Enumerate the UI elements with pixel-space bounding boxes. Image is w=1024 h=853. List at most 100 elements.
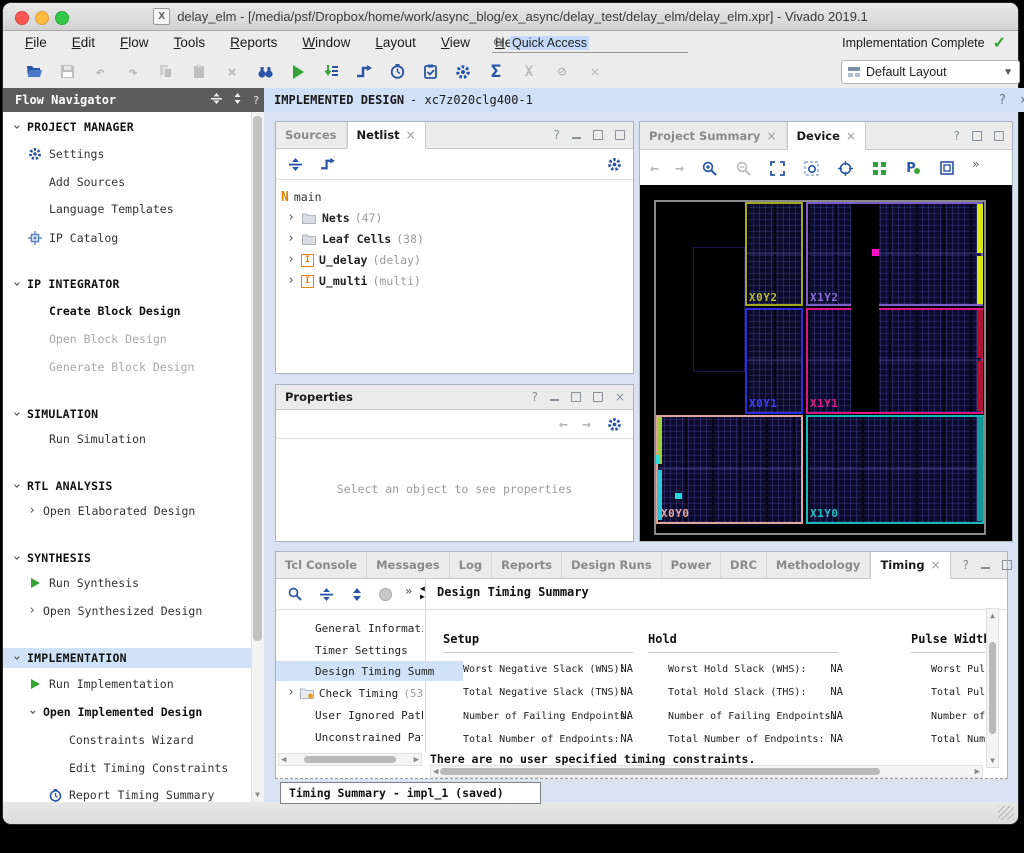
fn-item-open-implemented-design[interactable]: › Open Implemented Design [3, 702, 251, 722]
toolbar-overflow-icon[interactable]: » [405, 584, 412, 598]
help-icon[interactable]: ? [253, 94, 260, 107]
show-routing-icon[interactable] [870, 159, 888, 177]
timing-nav-unconstrained-paths[interactable]: Unconstrained Path [315, 727, 423, 747]
help-icon[interactable]: ? [998, 93, 1006, 108]
chevron-icon[interactable]: › [11, 553, 21, 563]
section-simulation[interactable]: › SIMULATION [3, 404, 251, 424]
layout-selector[interactable]: Default Layout ▼ [841, 60, 1020, 84]
netlist-item-u-multi[interactable]: › I U_multi (multi) [286, 271, 421, 291]
timing-nav-timer-settings[interactable]: Timer Settings [315, 640, 423, 660]
tab-drc[interactable]: DRC [721, 552, 767, 578]
scroll-left-icon[interactable]: ◀ [433, 767, 438, 777]
placed-cell-marker[interactable] [872, 249, 879, 256]
toolbar-overflow-icon[interactable]: » [972, 157, 979, 171]
tab-reports[interactable]: Reports [492, 552, 562, 578]
quick-access-search[interactable]: Quick Access [492, 33, 688, 53]
status-tab[interactable]: Timing Summary - impl_1 (saved) [280, 782, 541, 804]
section-implementation[interactable]: › IMPLEMENTATION [3, 648, 251, 668]
menu-file[interactable]: File [25, 35, 47, 50]
title-bar[interactable]: X delay_elm - [/media/psf/Dropbox/home/w… [3, 3, 1018, 31]
scroll-to-selected-icon[interactable] [318, 155, 336, 173]
menu-reports[interactable]: Reports [230, 35, 277, 50]
menu-layout[interactable]: Layout [375, 35, 416, 50]
back-arrow-icon[interactable]: ← [650, 159, 659, 177]
sigma-report-icon[interactable]: Σ [487, 63, 505, 81]
netlist-root[interactable]: N main [281, 187, 322, 207]
undo-icon[interactable]: ↶ [91, 63, 109, 81]
paste-icon[interactable] [190, 63, 208, 81]
route-icon[interactable] [355, 63, 373, 81]
scroll-down-icon[interactable]: ▼ [990, 756, 995, 765]
close-tab-icon[interactable]: × [931, 558, 941, 572]
chevron-icon[interactable]: › [286, 276, 296, 286]
chevron-icon[interactable]: › [11, 122, 21, 132]
float-panel-icon[interactable] [593, 392, 603, 402]
close-tab-icon[interactable]: × [846, 129, 856, 143]
minimize-panel-icon[interactable] [572, 137, 581, 139]
section-rtl-analysis[interactable]: › RTL ANALYSIS [3, 476, 251, 496]
maximize-panel-icon[interactable] [571, 392, 581, 402]
find-icon[interactable] [256, 63, 274, 81]
tab-design-runs[interactable]: Design Runs [562, 552, 662, 578]
close-icon[interactable]: × [1020, 93, 1024, 108]
menu-flow[interactable]: Flow [120, 35, 149, 50]
chevron-icon[interactable]: › [27, 707, 37, 717]
timing-nav-hscrollbar[interactable]: ◀ ▶ [278, 753, 422, 766]
float-panel-icon[interactable] [615, 130, 625, 140]
chevron-icon[interactable]: › [286, 255, 296, 265]
section-synthesis[interactable]: › SYNTHESIS [3, 548, 251, 568]
zoom-in-icon[interactable] [700, 159, 718, 177]
timing-nav-design-timing-summary[interactable]: Design Timing Summ [276, 661, 463, 681]
chevron-icon[interactable]: › [11, 481, 21, 491]
open-project-icon[interactable] [25, 63, 43, 81]
menu-view[interactable]: View [441, 35, 470, 50]
quick-access-text[interactable]: Quick Access [510, 36, 589, 50]
chevron-icon[interactable]: › [286, 213, 296, 223]
chevron-icon[interactable]: › [286, 234, 296, 244]
timing-nav-user-ignored-paths[interactable]: User Ignored Paths [315, 705, 423, 725]
chevron-icon[interactable]: › [11, 409, 21, 419]
fn-item-language-templates[interactable]: Language Templates [3, 199, 251, 219]
scrollbar-thumb[interactable] [304, 756, 396, 763]
settings-gear-icon[interactable] [605, 155, 623, 173]
resize-grip-icon[interactable] [998, 806, 1014, 820]
tab-methodology[interactable]: Methodology [767, 552, 871, 578]
help-icon[interactable]: ? [954, 129, 960, 143]
tab-power[interactable]: Power [662, 552, 721, 578]
maximize-panel-icon[interactable] [1002, 560, 1012, 570]
fn-item-run-simulation[interactable]: Run Simulation [3, 429, 251, 449]
fn-item-run-implementation[interactable]: Run Implementation [3, 674, 251, 694]
chevron-icon[interactable]: › [287, 688, 295, 698]
forward-arrow-icon[interactable]: → [675, 159, 684, 177]
attach-icon[interactable]: ⊘ [553, 63, 571, 81]
expand-all-icon[interactable] [348, 585, 366, 603]
tab-tcl-console[interactable]: Tcl Console [276, 552, 367, 578]
fn-item-constraints-wizard[interactable]: Constraints Wizard [3, 730, 251, 750]
maximize-panel-icon[interactable] [972, 131, 982, 141]
chevron-icon[interactable]: › [11, 279, 21, 289]
run-icon[interactable] [289, 63, 307, 81]
netlist-item-u-delay[interactable]: › I U_delay (delay) [286, 250, 421, 270]
menu-window[interactable]: Window [302, 35, 350, 50]
scroll-down-icon[interactable]: ▼ [253, 790, 262, 799]
collapse-all-icon[interactable] [286, 155, 304, 173]
tab-log[interactable]: Log [450, 552, 492, 578]
close-window-button[interactable] [15, 11, 29, 25]
settings-gear-icon[interactable] [605, 415, 623, 433]
zoom-window-button[interactable] [55, 11, 69, 25]
copy-icon[interactable] [157, 63, 175, 81]
chevron-icon[interactable]: › [11, 653, 21, 663]
chevron-icon[interactable]: › [27, 606, 37, 616]
section-project-manager[interactable]: › PROJECT MANAGER [3, 117, 251, 137]
placed-cell-marker[interactable] [675, 493, 682, 499]
menu-edit[interactable]: Edit [72, 35, 95, 50]
menu-tools[interactable]: Tools [174, 35, 206, 50]
scrollbar-thumb[interactable] [440, 768, 880, 775]
minimize-panel-icon[interactable] [981, 567, 990, 569]
collapse-all-icon[interactable] [211, 93, 222, 107]
fn-item-ip-catalog[interactable]: IP Catalog [3, 228, 251, 248]
tab-device[interactable]: Device× [787, 122, 866, 150]
step-icon[interactable] [322, 63, 340, 81]
expand-all-icon[interactable] [232, 93, 243, 107]
zoom-selection-icon[interactable] [802, 159, 820, 177]
